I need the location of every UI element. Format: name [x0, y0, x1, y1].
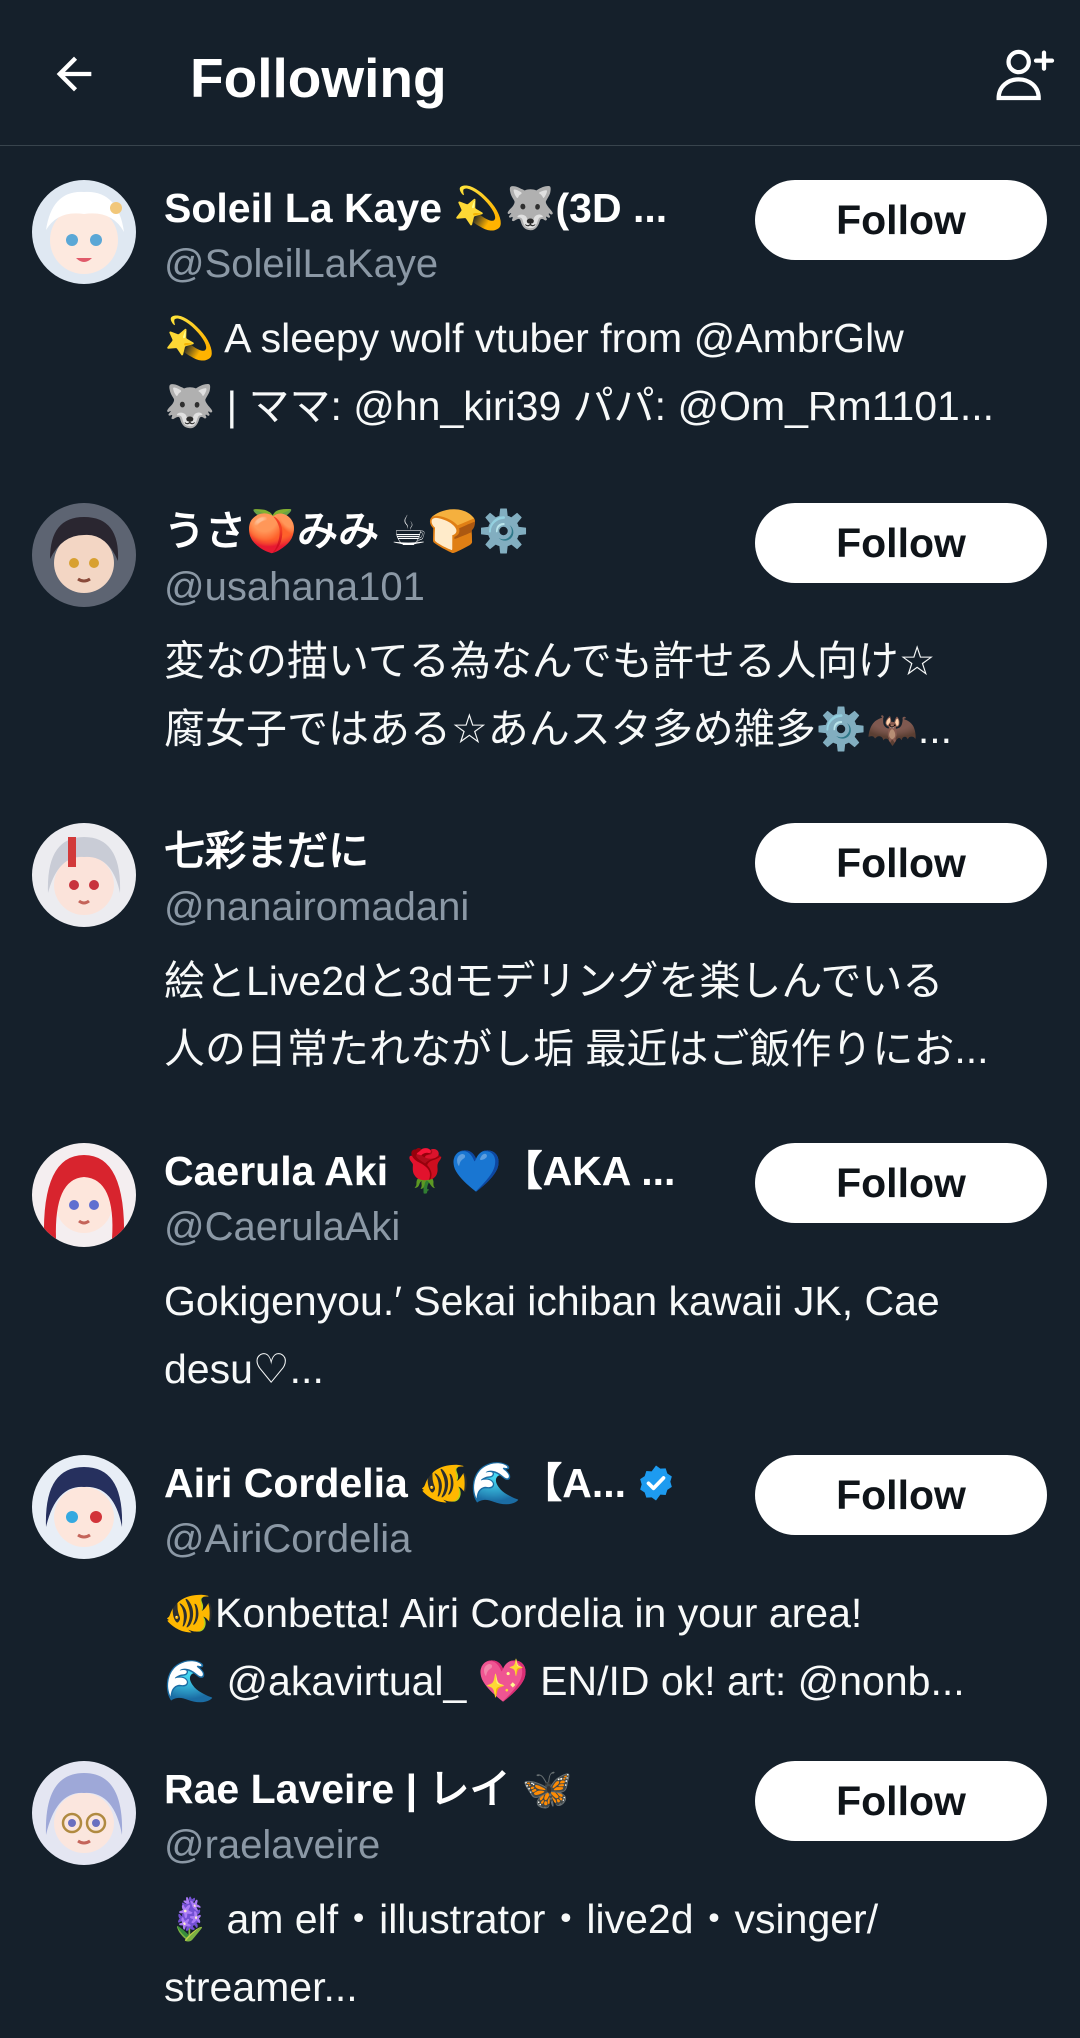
user-name: Airi Cordelia 🐠🌊【A... — [164, 1460, 627, 1506]
user-name: うさ🍑みみ ☕🍞⚙️ — [164, 508, 530, 554]
avatar[interactable] — [32, 823, 136, 927]
user-handle: @raelaveire — [164, 1823, 381, 1867]
user-name-row: Caerula Aki 🌹💙【AKA ... — [164, 1143, 724, 1199]
bio-line: 🪻 am elf・illustrator・live2d・vsinger/ — [164, 1896, 879, 1942]
user-bio: Gokigenyou.′ Sekai ichiban kawaii JK, Ca… — [164, 1267, 1050, 1403]
page-title: Following — [190, 47, 447, 109]
follow-button[interactable]: Follow — [755, 1143, 1047, 1223]
user-name: 七彩まだに — [164, 828, 369, 874]
avatar[interactable] — [32, 503, 136, 607]
user-name: Soleil La Kaye 💫🐺(3D ... — [164, 185, 668, 231]
user-bio: 絵とLive2dと3dモデリングを楽しんでいる 人の日常たれながし垢 最近はご飯… — [164, 947, 1050, 1083]
user-name: Caerula Aki 🌹💙【AKA ... — [164, 1148, 676, 1194]
avatar[interactable] — [32, 180, 136, 284]
back-button[interactable] — [28, 28, 120, 120]
follow-button[interactable]: Follow — [755, 180, 1047, 260]
follow-button[interactable]: Follow — [755, 1761, 1047, 1841]
user-name-row: Rae Laveire | レイ 🦋 — [164, 1761, 724, 1817]
user-handle: @SoleilLaKaye — [164, 242, 439, 286]
arrow-left-icon — [56, 56, 92, 92]
bio-line: Gokigenyou.′ Sekai ichiban kawaii JK, Ca… — [164, 1278, 940, 1324]
top-bar: Following — [0, 0, 1080, 146]
bio-line: 🌊 @akavirtual_ 💖 EN/ID ok! art: @nonb... — [164, 1658, 965, 1704]
bio-line: 人の日常たれながし垢 最近はご飯作りにお... — [164, 1026, 989, 1072]
user-name-row: 七彩まだに — [164, 823, 724, 879]
user-handle: @nanairomadani — [164, 885, 470, 929]
bio-line: 変なの描いてる為なんでも許せる人向け☆ — [164, 638, 936, 684]
avatar[interactable] — [32, 1143, 136, 1247]
add-user-icon — [996, 49, 1055, 101]
user-bio: 💫 A sleepy wolf vtuber from @AmbrGlw 🐺 |… — [164, 304, 1050, 440]
bio-line: 🐺 | ママ: @hn_kiri39 パパ: @Om_Rm1101... — [164, 383, 995, 429]
bio-line: 絵とLive2dと3dモデリングを楽しんでいる — [164, 958, 944, 1004]
bio-line: 💫 A sleepy wolf vtuber from @AmbrGlw — [164, 315, 904, 361]
add-user-button[interactable] — [978, 28, 1070, 120]
user-name: Rae Laveire | レイ 🦋 — [164, 1766, 573, 1812]
user-handle: @AiriCordelia — [164, 1517, 412, 1561]
avatar[interactable] — [32, 1761, 136, 1865]
user-bio: 🐠Konbetta! Airi Cordelia in your area! 🌊… — [164, 1579, 1050, 1715]
user-handle: @usahana101 — [164, 565, 425, 609]
user-name-row: Airi Cordelia 🐠🌊【A... — [164, 1455, 724, 1511]
bio-line: streamer... — [164, 1964, 358, 2010]
user-name-row: うさ🍑みみ ☕🍞⚙️ — [164, 503, 724, 559]
bio-line: 🐠Konbetta! Airi Cordelia in your area! — [164, 1590, 863, 1636]
user-name-row: Soleil La Kaye 💫🐺(3D ... — [164, 180, 724, 236]
user-handle: @CaerulaAki — [164, 1205, 401, 1249]
avatar[interactable] — [32, 1455, 136, 1559]
bio-line: desu♡... — [164, 1346, 324, 1392]
follow-button[interactable]: Follow — [755, 1455, 1047, 1535]
verified-badge-icon — [640, 1465, 672, 1501]
user-bio: 🪻 am elf・illustrator・live2d・vsinger/ str… — [164, 1885, 1050, 2021]
follow-button[interactable]: Follow — [755, 503, 1047, 583]
follow-button[interactable]: Follow — [755, 823, 1047, 903]
bio-line: 腐女子ではある☆あんスタ多め雑多⚙️🦇... — [164, 706, 953, 752]
user-bio: 変なの描いてる為なんでも許せる人向け☆ 腐女子ではある☆あんスタ多め雑多⚙️🦇.… — [164, 627, 1050, 763]
